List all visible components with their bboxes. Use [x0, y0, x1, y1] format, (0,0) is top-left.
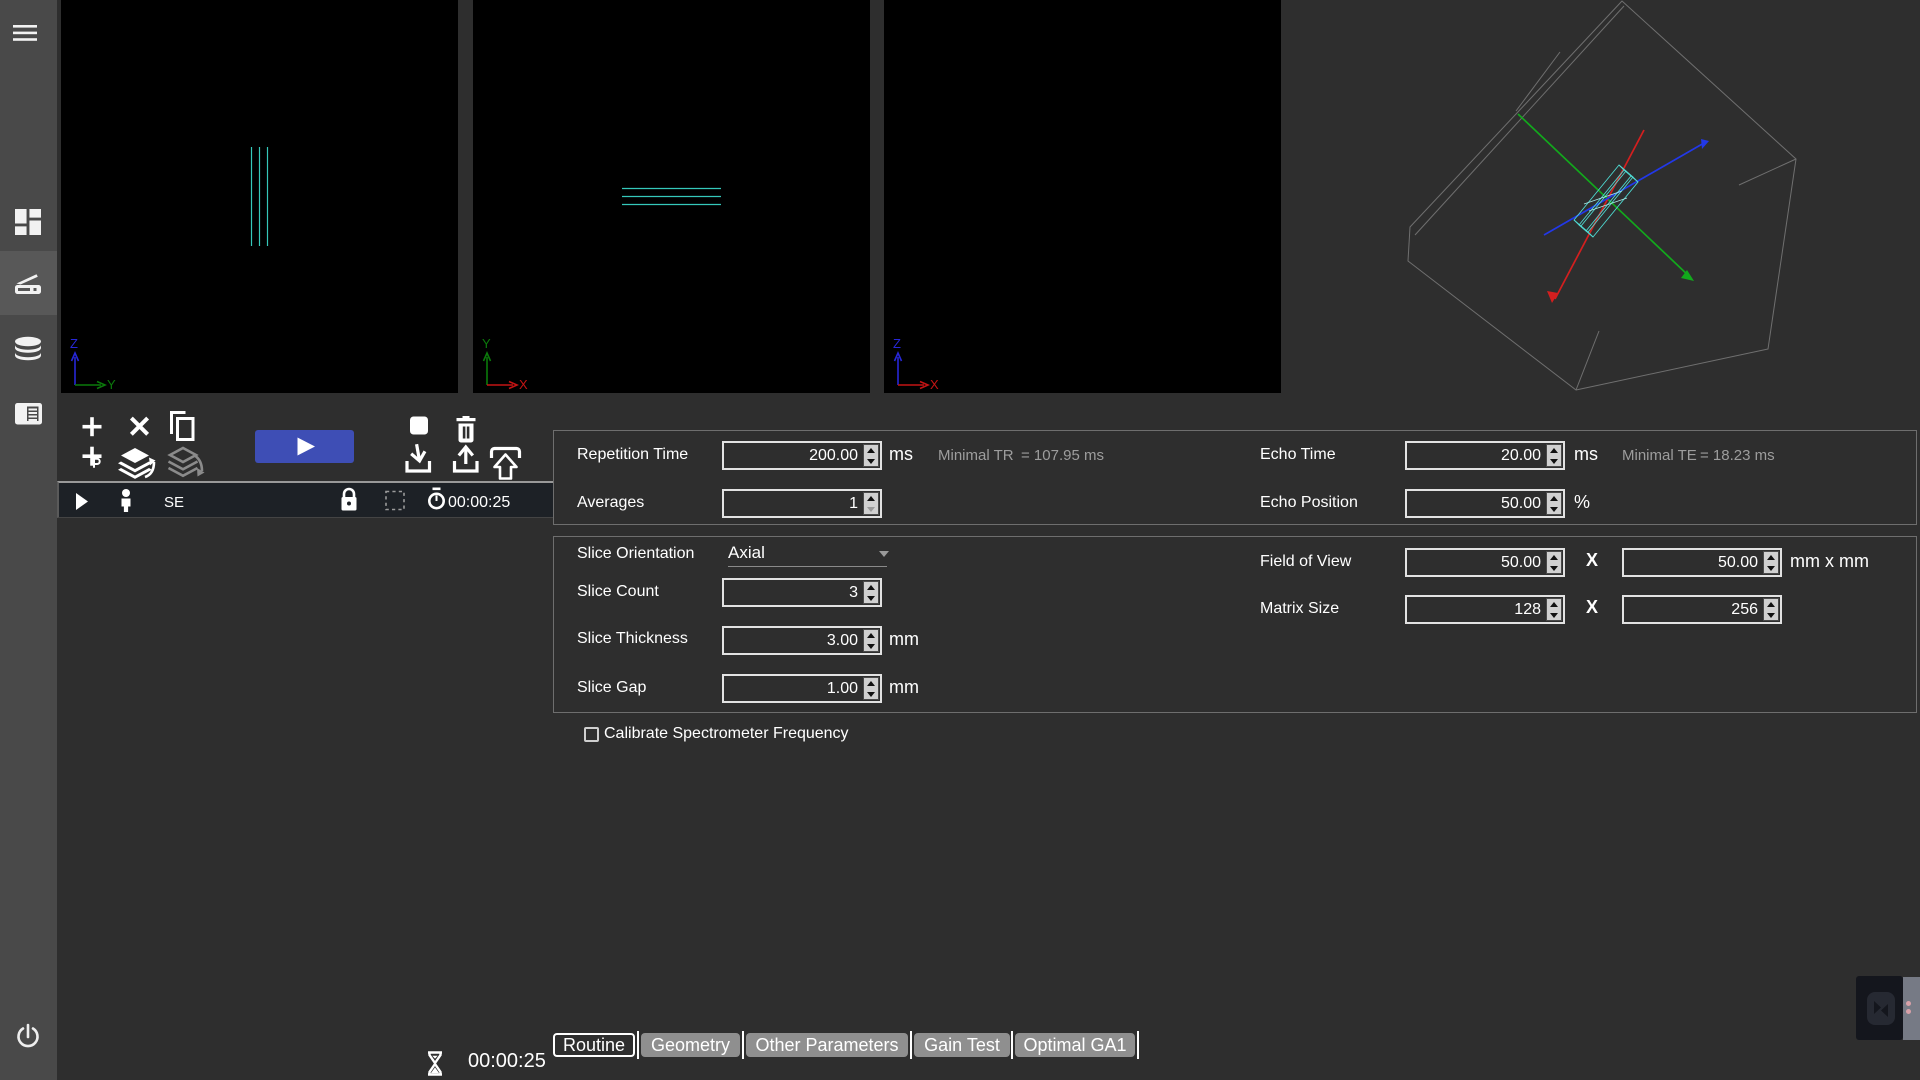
- svg-text:00:00:25: 00:00:25: [448, 494, 510, 511]
- svg-text:X: X: [930, 377, 939, 392]
- svg-text:SE: SE: [164, 494, 184, 511]
- svg-text:Z: Z: [893, 336, 901, 351]
